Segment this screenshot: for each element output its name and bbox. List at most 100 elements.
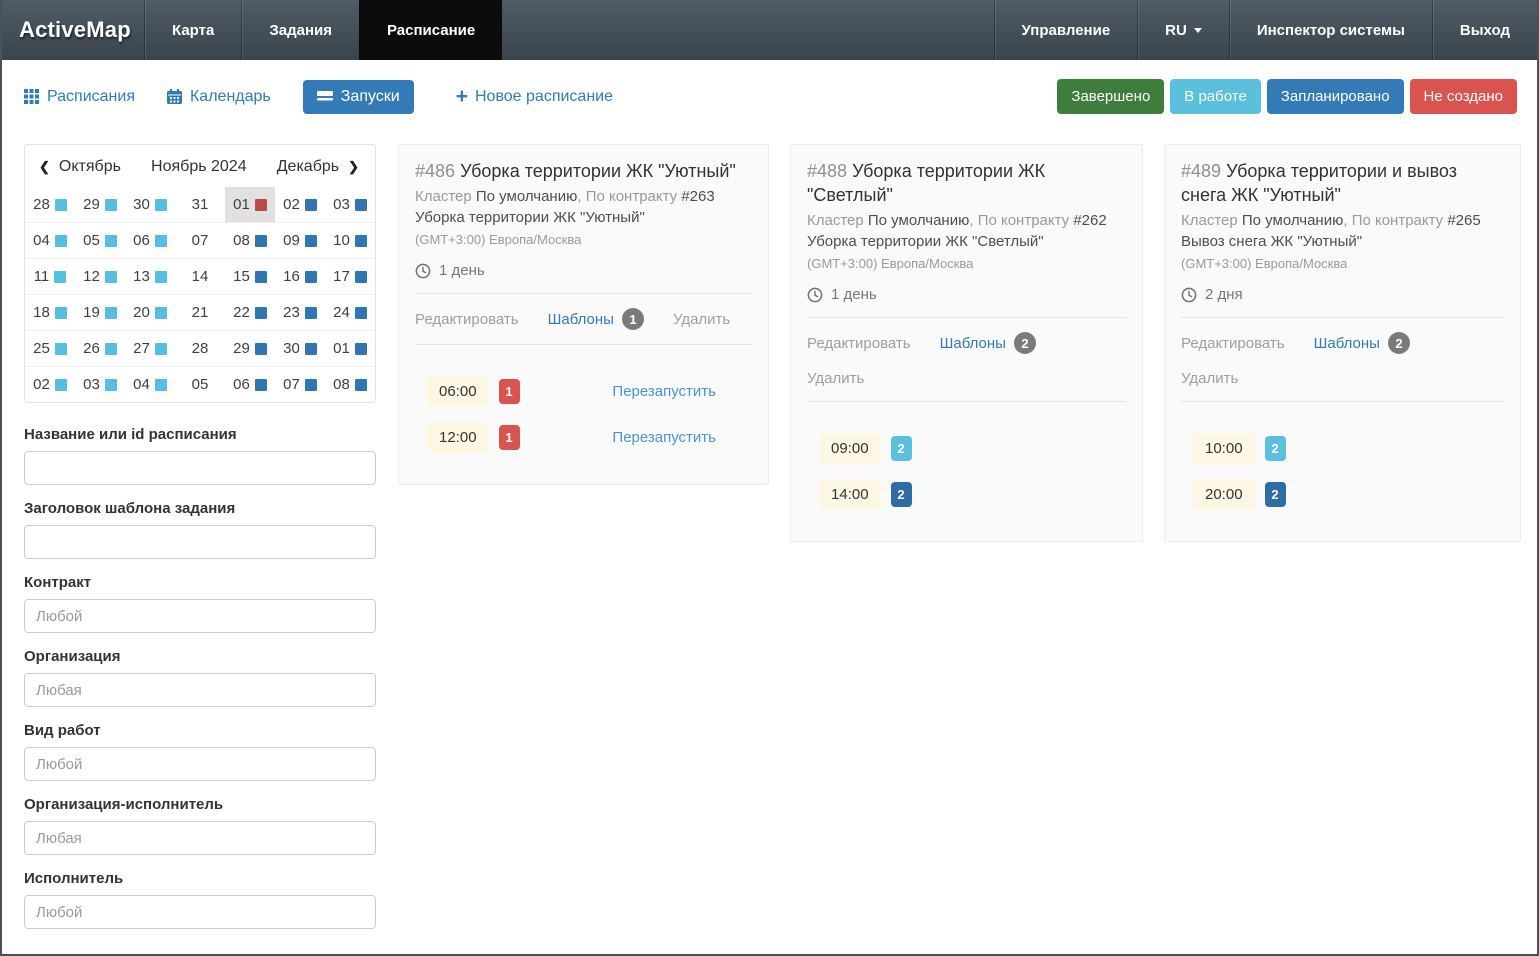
calendar-day[interactable]: 08 (225, 223, 275, 258)
status-button-planned[interactable]: Запланировано (1267, 79, 1404, 114)
calendar-day[interactable]: 01 (325, 331, 375, 366)
day-number: 23 (283, 304, 300, 321)
calendar-day[interactable]: 24 (325, 295, 375, 330)
calendar-day[interactable]: 02 (275, 187, 325, 222)
calendar-day[interactable]: 01 (225, 187, 275, 222)
run-time-chip: 20:00 (1193, 479, 1255, 510)
filter-input-organization[interactable] (24, 673, 376, 707)
calendar-day[interactable]: 20 (125, 295, 175, 330)
calendar-day[interactable]: 05 (75, 223, 125, 258)
card-timezone: (GMT+3:00) Европа/Москва (415, 232, 752, 247)
day-status-square-planned (305, 307, 317, 319)
view-schedules[interactable]: Расписания (24, 88, 135, 106)
calendar-day[interactable]: 06 (125, 223, 175, 258)
day-status-square-inprogress (105, 199, 117, 211)
calendar-day[interactable]: 15 (225, 259, 275, 294)
filter-input-contract[interactable] (24, 599, 376, 633)
card-action-delete[interactable]: Удалить (673, 311, 730, 328)
tab-schedule[interactable]: Расписание (359, 0, 502, 60)
card-action-templates[interactable]: Шаблоны2 (940, 332, 1036, 354)
card-action-delete[interactable]: Удалить (1181, 370, 1238, 387)
card-action-delete[interactable]: Удалить (807, 370, 864, 387)
navbar-item-logout[interactable]: Выход (1432, 0, 1537, 60)
calendar-day[interactable]: 25 (25, 331, 75, 366)
day-status-square-planned (355, 379, 367, 391)
calendar-day[interactable]: 04 (125, 367, 175, 402)
status-button-in-progress[interactable]: В работе (1170, 79, 1261, 114)
calendar-day[interactable]: 26 (75, 331, 125, 366)
status-button-completed[interactable]: Завершено (1057, 79, 1164, 114)
calendar-day[interactable]: 02 (25, 367, 75, 402)
view-calendar[interactable]: Календарь (167, 88, 271, 106)
calendar-day[interactable]: 30 (275, 331, 325, 366)
tab-tasks[interactable]: Задания (241, 0, 359, 60)
brand-logo: ActiveMap (2, 0, 144, 60)
navbar-item-language[interactable]: RU (1137, 0, 1229, 60)
filter-label-schedule-name: Название или id расписания (24, 426, 376, 443)
calendar-day[interactable]: 04 (25, 223, 75, 258)
card-action-edit[interactable]: Редактировать (807, 335, 911, 352)
meta-label: Кластер (1181, 212, 1242, 229)
schedule-card: #486 Уборка территории ЖК "Уютный"Класте… (398, 144, 769, 485)
calendar-day[interactable]: 21 (175, 295, 225, 330)
calendar-day[interactable]: 06 (225, 367, 275, 402)
calendar-day[interactable]: 28 (175, 331, 225, 366)
sidebar: ❮ Октябрь Ноябрь 2024 Декабрь ❯ 28293031… (2, 134, 376, 929)
navbar-item-system-inspector[interactable]: Инспектор системы (1229, 0, 1432, 60)
calendar-day[interactable]: 12 (75, 259, 125, 294)
calendar-day[interactable]: 29 (225, 331, 275, 366)
calendar-day[interactable]: 14 (175, 259, 225, 294)
calendar-day[interactable]: 10 (325, 223, 375, 258)
filter-input-executor-organization[interactable] (24, 821, 376, 855)
calendar-day[interactable]: 05 (175, 367, 225, 402)
calendar-day[interactable]: 29 (75, 187, 125, 222)
calendar-day[interactable]: 07 (275, 367, 325, 402)
filter-label-work-type: Вид работ (24, 722, 376, 739)
tab-map[interactable]: Карта (144, 0, 241, 60)
calendar-day[interactable]: 16 (275, 259, 325, 294)
calendar-day[interactable]: 18 (25, 295, 75, 330)
restart-link[interactable]: Перезапустить (612, 383, 716, 400)
card-action-edit[interactable]: Редактировать (1181, 335, 1285, 352)
run-count-badge: 2 (891, 482, 912, 507)
filter-input-work-type[interactable] (24, 747, 376, 781)
calendar-day[interactable]: 09 (275, 223, 325, 258)
calendar-day[interactable]: 03 (75, 367, 125, 402)
filter-input-schedule-name[interactable] (24, 451, 376, 485)
caret-down-icon (1194, 28, 1202, 33)
status-button-not-created[interactable]: Не создано (1410, 79, 1517, 114)
filters-form: Название или id расписанияЗаголовок шабл… (24, 426, 376, 929)
calendar-day[interactable]: 17 (325, 259, 375, 294)
calendar-day[interactable]: 08 (325, 367, 375, 402)
restart-link[interactable]: Перезапустить (612, 429, 716, 446)
calendar-day[interactable]: 30 (125, 187, 175, 222)
calendar-day[interactable]: 03 (325, 187, 375, 222)
calendar-day[interactable]: 22 (225, 295, 275, 330)
card-action-edit[interactable]: Редактировать (415, 311, 519, 328)
card-action-templates[interactable]: Шаблоны2 (1314, 332, 1410, 354)
calendar-day[interactable]: 19 (75, 295, 125, 330)
filter-input-template-title[interactable] (24, 525, 376, 559)
card-actions: Редактировать Шаблоны2 Удалить (1181, 332, 1504, 387)
view-launches[interactable]: Запуски (303, 80, 414, 114)
calendar-day[interactable]: 23 (275, 295, 325, 330)
day-number: 22 (233, 304, 250, 321)
calendar-day[interactable]: 11 (25, 259, 75, 294)
run-row: 12:001Перезапустить (427, 422, 752, 453)
day-number: 30 (133, 196, 150, 213)
calendar-day[interactable]: 13 (125, 259, 175, 294)
new-schedule-link[interactable]: + Новое расписание (456, 88, 613, 106)
calendar-next-month[interactable]: Декабрь ❯ (277, 158, 359, 176)
card-title: #488 Уборка территории ЖК "Светлый" (807, 159, 1126, 207)
calendar-prev-month[interactable]: ❮ Октябрь (39, 158, 121, 176)
card-action-templates[interactable]: Шаблоны1 (548, 308, 644, 330)
meta-value: По умолчанию (868, 212, 969, 229)
calendar-day[interactable]: 27 (125, 331, 175, 366)
calendar-day[interactable]: 28 (25, 187, 75, 222)
content-area: ❮ Октябрь Ноябрь 2024 Декабрь ❯ 28293031… (2, 134, 1537, 929)
calendar-day[interactable]: 31 (175, 187, 225, 222)
filter-input-executor[interactable] (24, 895, 376, 929)
day-number: 28 (192, 340, 209, 357)
navbar-item-management[interactable]: Управление (994, 0, 1138, 60)
calendar-day[interactable]: 07 (175, 223, 225, 258)
